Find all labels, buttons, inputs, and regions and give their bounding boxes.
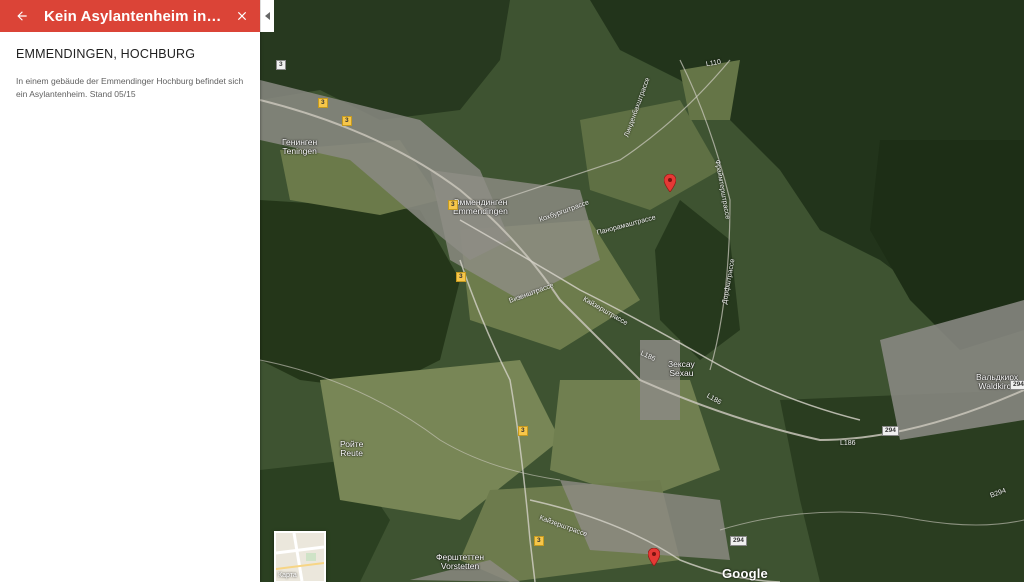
map-marker-south[interactable] bbox=[648, 548, 660, 566]
back-button[interactable] bbox=[0, 0, 44, 32]
road-shield: 3 bbox=[518, 426, 528, 436]
close-icon bbox=[237, 11, 247, 21]
place-label-reute: Ройте Reute bbox=[340, 439, 364, 458]
road-shield: 3 bbox=[456, 272, 466, 282]
info-panel: Kein Asylantenheim in mein... EMMENDINGE… bbox=[0, 0, 260, 582]
place-name: EMMENDINGEN, HOCHBURG bbox=[16, 47, 196, 61]
road-shield: 294 bbox=[882, 426, 899, 436]
place-label-emmendingen: Эммендинген Emmendingen bbox=[453, 197, 508, 216]
arrow-back-icon bbox=[17, 11, 27, 21]
map-type-label: Карта bbox=[278, 572, 297, 579]
road-shield: 3 bbox=[318, 98, 328, 108]
road-shield: 3 bbox=[448, 200, 458, 210]
map-marker-hochburg[interactable] bbox=[664, 174, 676, 192]
place-label-sexau: Зексау Sexau bbox=[668, 359, 695, 378]
map-type-toggle-button[interactable]: Карта bbox=[274, 531, 326, 582]
road-shield: 294 bbox=[1010, 380, 1024, 390]
panel-header: Kein Asylantenheim in mein... bbox=[0, 0, 260, 32]
google-logo: Google bbox=[722, 566, 768, 581]
panel-title: Kein Asylantenheim in mein... bbox=[44, 7, 224, 25]
satellite-map[interactable]: Генинген Teningen Эммендинген Emmendingen … bbox=[260, 0, 1024, 582]
place-label-teningen: Генинген Teningen bbox=[282, 137, 318, 156]
place-description: In einem gebäude der Emmendinger Hochbur… bbox=[16, 76, 244, 99]
place-label-vorstetten: Ферштеттен Vorstetten bbox=[436, 552, 485, 571]
road-shield: 3 bbox=[534, 536, 544, 546]
road-shield: 294 bbox=[730, 536, 747, 546]
close-button[interactable] bbox=[224, 0, 260, 32]
caret-left-icon bbox=[264, 12, 270, 20]
road-label-b186c: L186 bbox=[840, 440, 856, 447]
road-shield: 3 bbox=[342, 116, 352, 126]
road-shield: 3 bbox=[276, 60, 286, 70]
collapse-panel-button[interactable] bbox=[260, 0, 274, 32]
